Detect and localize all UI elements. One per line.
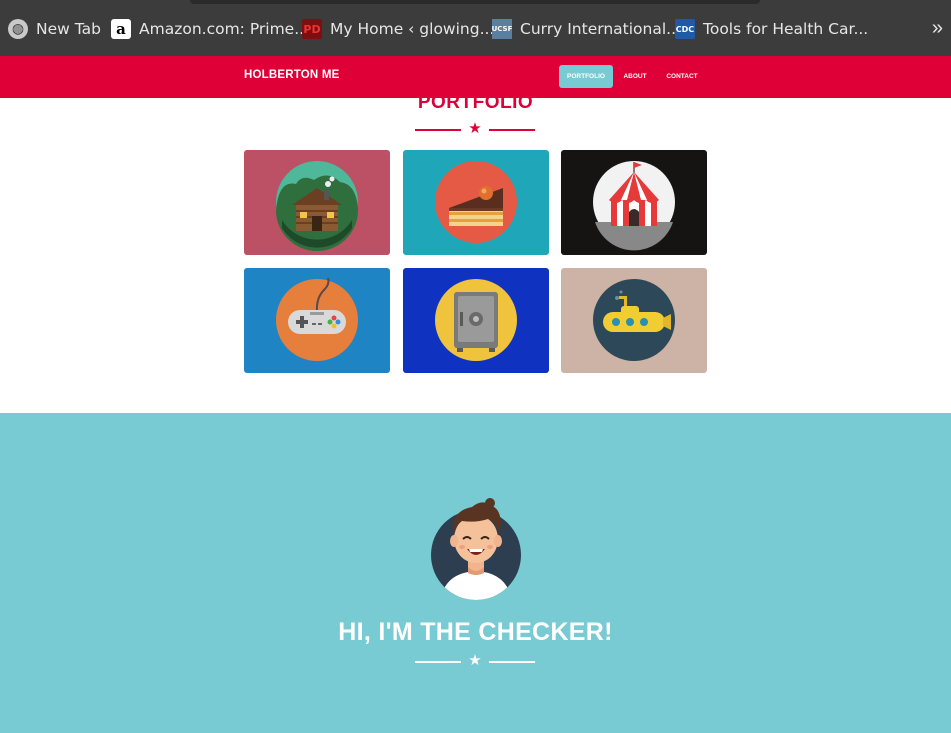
cabin-icon: [276, 161, 359, 252]
portfolio-tile-controller[interactable]: [244, 268, 390, 373]
globe-icon: ◍: [8, 19, 28, 39]
bookmark-label: My Home ‹ glowing...: [330, 20, 495, 38]
brand-link[interactable]: HOLBERTON ME: [244, 69, 339, 81]
cake-icon: [435, 161, 517, 243]
divider-line: [415, 129, 461, 131]
submarine-icon: [593, 279, 675, 361]
bookmark-label: Curry International...: [520, 20, 681, 38]
divider-line: [489, 661, 535, 663]
bookmark-new-tab[interactable]: ◍ New Tab: [8, 18, 101, 40]
divider-line: [489, 129, 535, 131]
myhome-icon: PD: [302, 19, 322, 39]
portfolio-tile-cake[interactable]: [403, 150, 549, 255]
portfolio-tile-cabin[interactable]: [244, 150, 390, 255]
bookmark-amazon[interactable]: a Amazon.com: Prime...: [111, 18, 309, 40]
more-bookmarks-icon[interactable]: »: [932, 17, 943, 40]
portfolio-tile-circus[interactable]: [561, 150, 707, 255]
portfolio-divider: ★: [415, 120, 535, 138]
nav-about[interactable]: ABOUT: [617, 65, 653, 88]
safe-icon: [435, 279, 517, 361]
circus-tent-icon: [593, 161, 675, 251]
bookmark-label: Amazon.com: Prime...: [139, 20, 309, 38]
nav-portfolio[interactable]: PORTFOLIO: [559, 65, 613, 88]
star-icon: ★: [468, 120, 482, 137]
checker-divider: ★: [415, 652, 535, 670]
checker-section: HI, I'M THE CHECKER! ★: [0, 413, 951, 733]
divider-line: [415, 661, 461, 663]
portfolio-tile-safe[interactable]: [403, 268, 549, 373]
bookmark-label: Tools for Health Car...: [703, 20, 869, 38]
cdc-icon: CDC: [675, 19, 695, 39]
bookmarks-bar: ◍ New Tab a Amazon.com: Prime... PD My H…: [0, 0, 951, 56]
portfolio-tile-submarine[interactable]: [561, 268, 707, 373]
checker-title: HI, I'M THE CHECKER!: [338, 618, 613, 646]
portfolio-title: PORTFOLIO: [417, 92, 534, 113]
amazon-icon: a: [111, 19, 131, 39]
nav-contact[interactable]: CONTACT: [659, 65, 705, 88]
ucsf-icon: UCSF: [492, 19, 512, 39]
avatar-icon: [431, 498, 521, 600]
star-icon: ★: [468, 652, 482, 669]
bookmark-my-home[interactable]: PD My Home ‹ glowing...: [302, 18, 494, 40]
tab-strip-edge: [190, 0, 760, 4]
bookmark-label: New Tab: [36, 20, 101, 38]
bookmark-curry[interactable]: UCSF Curry International...: [492, 18, 681, 40]
bookmark-cdc[interactable]: CDC Tools for Health Car...: [675, 18, 868, 40]
